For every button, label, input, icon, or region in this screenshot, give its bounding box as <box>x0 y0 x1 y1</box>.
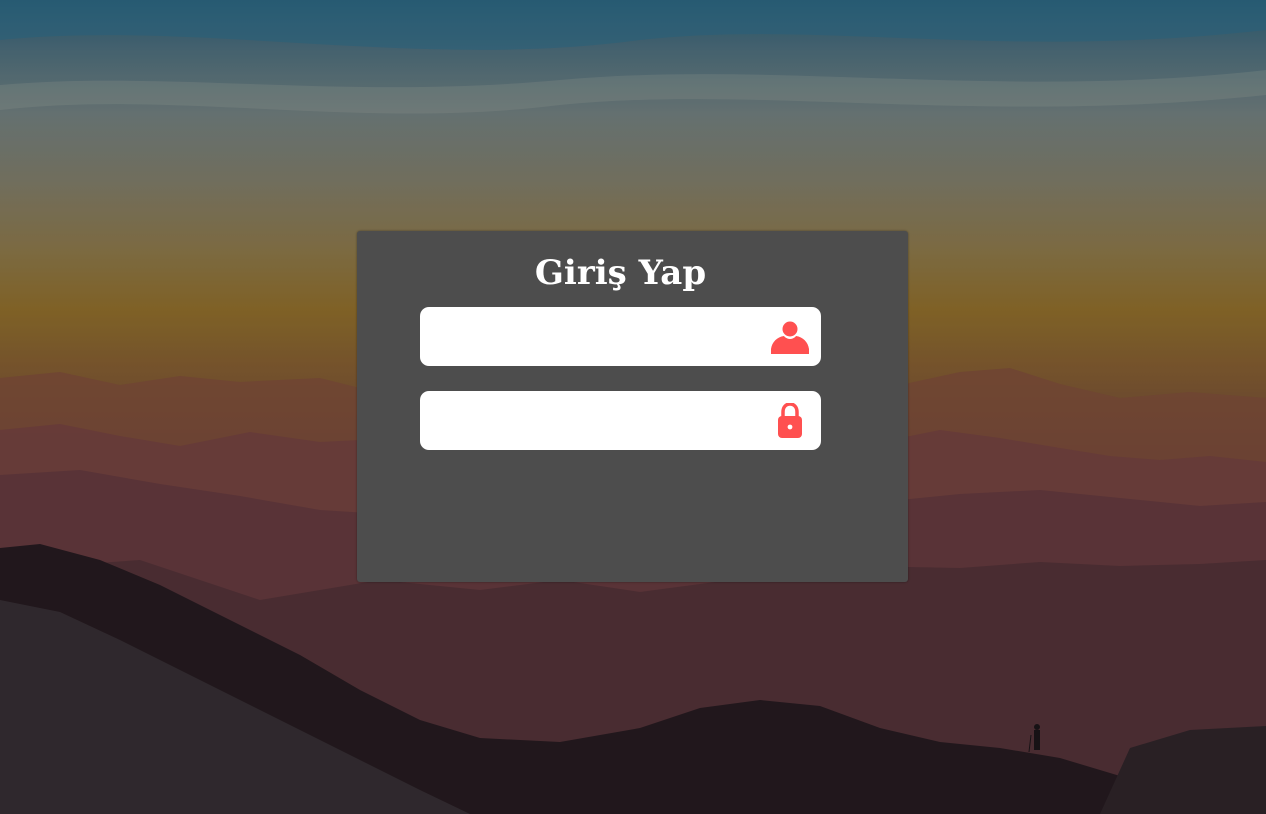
login-title: Giriş Yap <box>534 253 707 293</box>
login-card: Giriş Yap <box>357 231 908 582</box>
password-field[interactable] <box>420 391 821 452</box>
username-field[interactable] <box>420 307 821 368</box>
user-icon <box>771 321 809 354</box>
password-input[interactable] <box>434 391 758 452</box>
username-input[interactable] <box>434 307 758 368</box>
lock-icon <box>778 403 802 438</box>
